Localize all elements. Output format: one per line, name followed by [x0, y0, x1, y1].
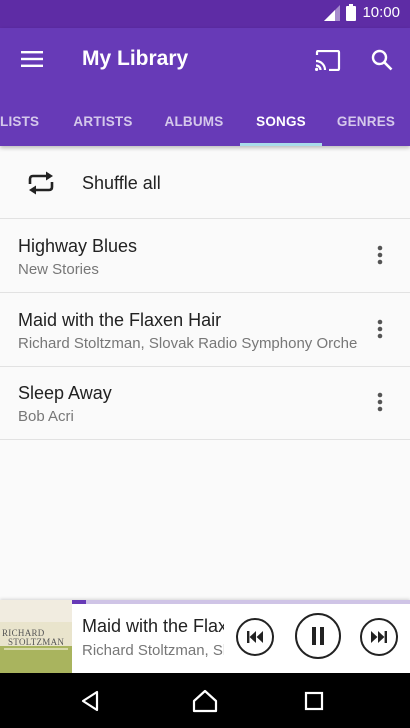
more-vert-icon — [377, 319, 383, 339]
menu-button[interactable] — [14, 44, 50, 74]
more-vert-icon — [377, 245, 383, 265]
more-vert-icon — [377, 392, 383, 412]
shuffle-all-label: Shuffle all — [82, 173, 161, 193]
song-artist: New Stories — [18, 261, 99, 278]
next-button[interactable] — [360, 618, 398, 656]
album-art[interactable]: RICHARD STOLTZMAN — [0, 600, 72, 673]
search-button[interactable] — [364, 42, 400, 78]
skip-next-icon — [371, 631, 387, 643]
mini-player[interactable]: RICHARD STOLTZMAN Maid with the Flaxen H… — [0, 600, 410, 673]
page-title: My Library — [82, 47, 189, 70]
tab-albums[interactable]: ALBUMS — [153, 96, 235, 146]
cast-button[interactable] — [310, 42, 346, 78]
status-icons: 10:00 — [324, 4, 400, 21]
tab-playlists[interactable]: LISTS — [0, 96, 40, 146]
recents-button[interactable] — [298, 685, 330, 717]
cast-icon — [315, 49, 341, 71]
back-button[interactable] — [74, 685, 106, 717]
song-row[interactable]: Sleep Away Bob Acri — [0, 366, 410, 440]
album-art-top — [0, 600, 72, 622]
search-icon — [371, 49, 393, 71]
pause-icon — [312, 627, 324, 645]
pause-button[interactable] — [295, 613, 341, 659]
song-overflow-button[interactable] — [366, 315, 394, 343]
song-overflow-button[interactable] — [366, 241, 394, 269]
navigation-bar — [0, 673, 410, 728]
battery-icon — [346, 4, 357, 21]
song-row[interactable]: Highway Blues New Stories — [0, 219, 410, 293]
song-title: Sleep Away — [18, 383, 112, 403]
screen: 10:00 My Library LISTS ARTISTS ALBUMS SO… — [0, 0, 410, 728]
playback-progress-fill — [72, 600, 86, 604]
song-overflow-button[interactable] — [366, 388, 394, 416]
previous-button[interactable] — [236, 618, 274, 656]
shuffle-all-row[interactable]: Shuffle all — [0, 146, 410, 219]
album-art-image — [0, 646, 72, 673]
tab-artists[interactable]: ARTISTS — [62, 96, 144, 146]
song-row[interactable]: Maid with the Flaxen Hair Richard Stoltz… — [0, 293, 410, 367]
tab-songs[interactable]: SONGS — [240, 96, 322, 146]
song-artist: Richard Stoltzman, Slovak Radio Symphony… — [18, 335, 358, 352]
app-bar: My Library LISTS ARTISTS ALBUMS SONGS GE… — [0, 28, 410, 146]
signal-icon — [324, 4, 341, 21]
playback-progress-track — [72, 600, 410, 604]
hamburger-icon — [21, 51, 43, 67]
tab-genres[interactable]: GENRES — [330, 96, 402, 146]
album-art-band — [4, 648, 68, 650]
home-button[interactable] — [189, 685, 221, 717]
skip-previous-icon — [247, 631, 263, 643]
song-title: Highway Blues — [18, 236, 138, 256]
library-tabs: LISTS ARTISTS ALBUMS SONGS GENRES — [0, 96, 410, 146]
status-bar: 10:00 — [0, 0, 410, 28]
song-artist: Bob Acri — [18, 408, 74, 425]
status-time: 10:00 — [362, 4, 400, 21]
shuffle-icon — [28, 171, 54, 195]
recents-icon — [304, 691, 324, 711]
now-playing-title: Maid with the Flaxen Hair — [82, 616, 224, 636]
now-playing-artist: Richard Stoltzman, Slovak Radio Symphony… — [82, 642, 224, 659]
back-icon — [81, 690, 99, 712]
home-icon — [192, 689, 218, 713]
song-title: Maid with the Flaxen Hair — [18, 310, 222, 330]
